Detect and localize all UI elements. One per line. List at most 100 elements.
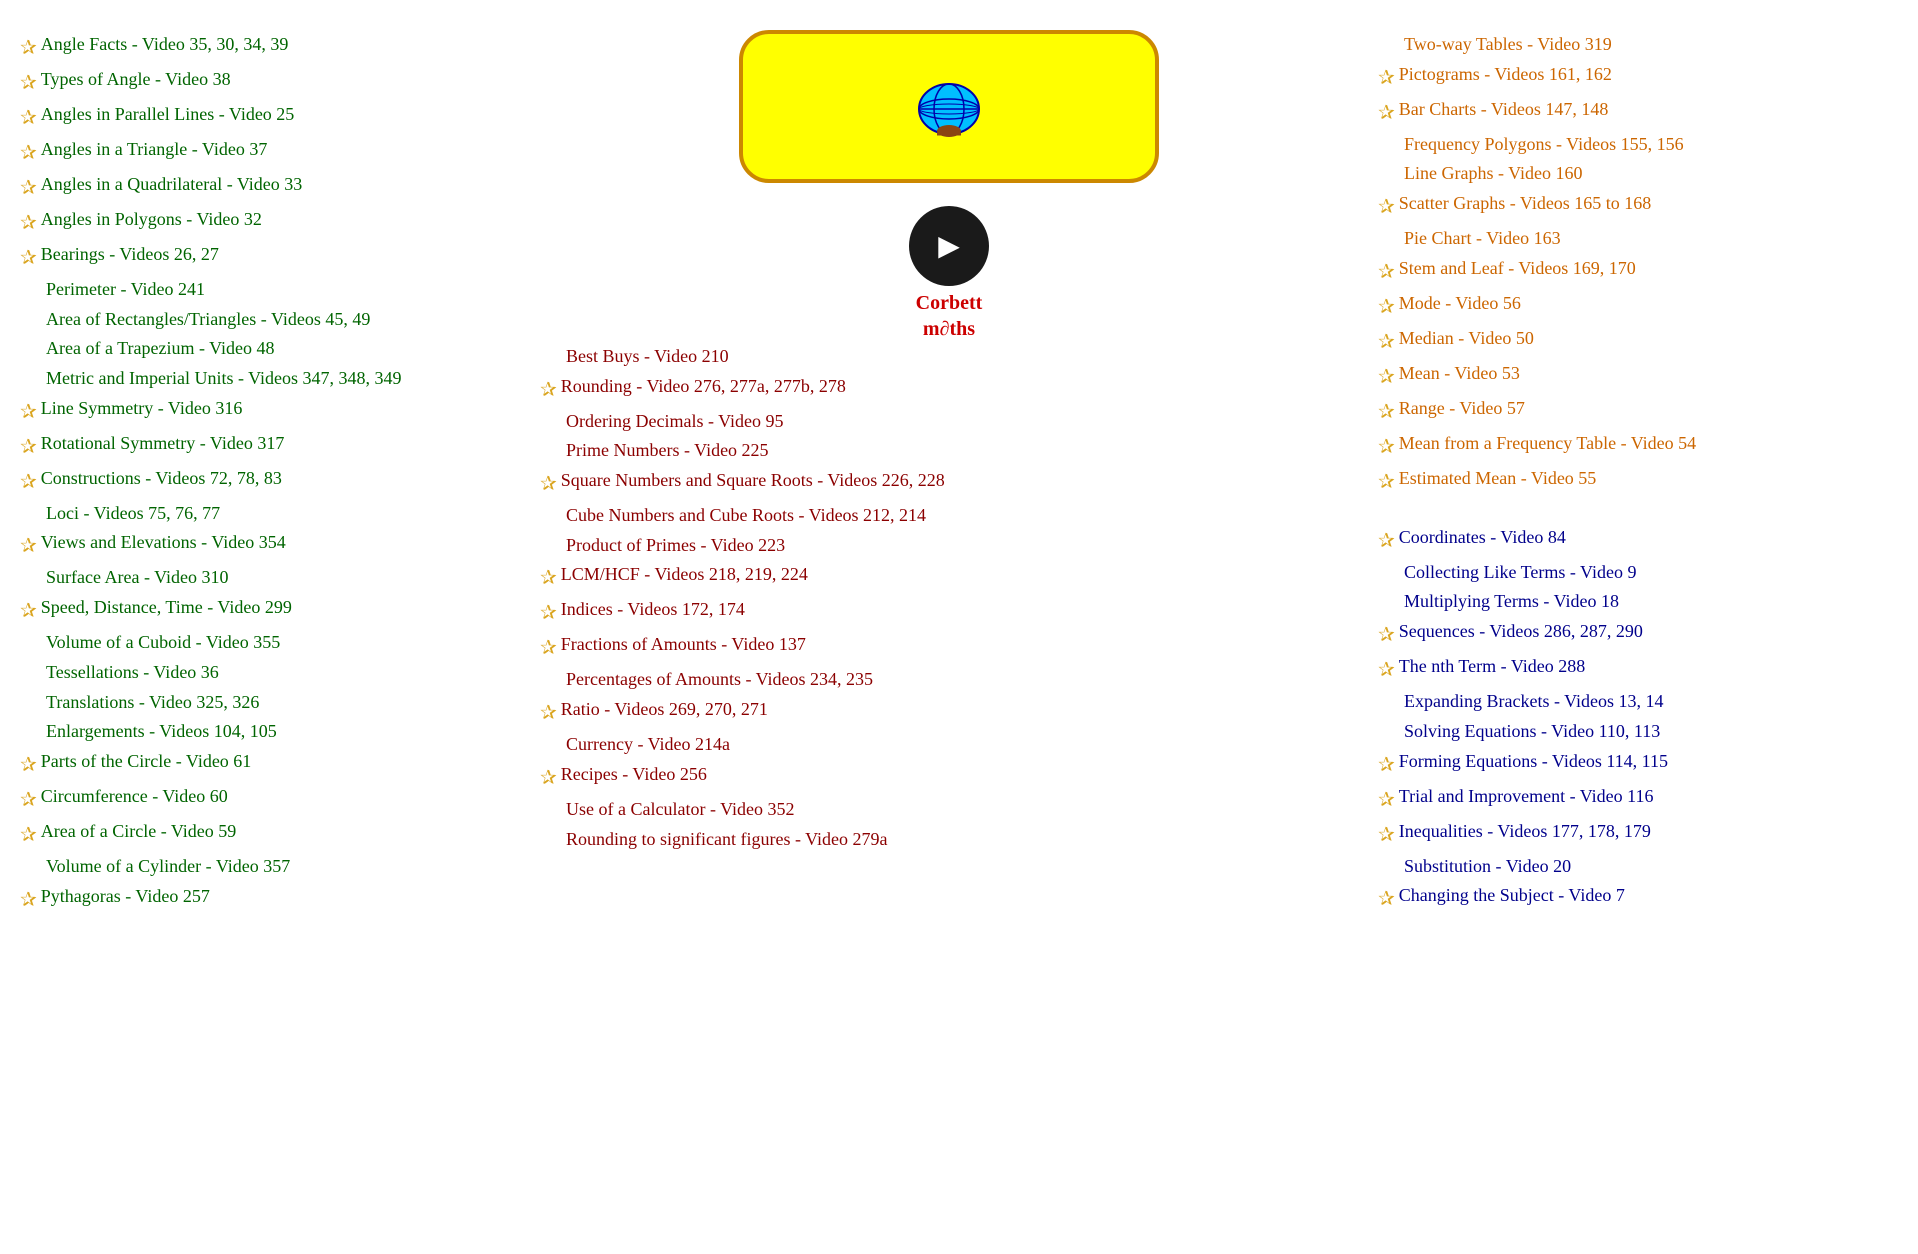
list-item: ✰Rotational Symmetry - Video 317 (20, 429, 520, 464)
list-item: ✰Angles in a Quadrilateral - Video 33 (20, 170, 520, 205)
star-icon: ✰ (1378, 97, 1395, 130)
item-text: Pythagoras - Video 257 (41, 882, 210, 912)
maths-text: m∂ths (923, 318, 975, 340)
item-text: Perimeter - Video 241 (46, 275, 205, 305)
item-text: Bar Charts - Videos 147, 148 (1399, 95, 1609, 125)
item-text: Bearings - Videos 26, 27 (41, 240, 219, 270)
list-item: Product of Primes - Video 223 (540, 531, 1358, 561)
page-wrapper: ✰Angle Facts - Video 35, 30, 34, 39✰Type… (20, 30, 1898, 917)
item-text: Translations - Video 325, 326 (46, 688, 259, 718)
item-text: Substitution - Video 20 (1404, 852, 1571, 882)
list-item: Currency - Video 214a (540, 730, 1358, 760)
star-icon: ✰ (20, 595, 37, 628)
list-item: ✰Inequalities - Videos 177, 178, 179 (1378, 817, 1898, 852)
list-item: ✰Mode - Video 56 (1378, 289, 1898, 324)
star-icon: ✰ (20, 102, 37, 135)
item-text: Best Buys - Video 210 (566, 342, 729, 372)
center-section: Corbett m∂ths (530, 30, 1368, 342)
list-item: ✰Range - Video 57 (1378, 394, 1898, 429)
middle-items: Best Buys - Video 210 ✰ Rounding - Video 2… (530, 342, 1368, 854)
item-text: Volume of a Cuboid - Video 355 (46, 628, 280, 658)
item-text: Pie Chart - Video 163 (1404, 224, 1561, 254)
item-text: Parts of the Circle - Video 61 (41, 747, 252, 777)
item-text: Solving Equations - Video 110, 113 (1404, 717, 1660, 747)
list-item: Prime Numbers - Video 225 (540, 436, 1358, 466)
list-item: Use of a Calculator - Video 352 (540, 795, 1358, 825)
item-text: Speed, Distance, Time - Video 299 (41, 593, 292, 623)
corbett-text: Corbett (916, 292, 983, 314)
logo-text: Corbett m∂ths (909, 290, 989, 342)
item-text: Currency - Video 214a (566, 730, 730, 760)
item-text: Angles in Polygons - Video 32 (41, 205, 262, 235)
star-icon: ✰ (1378, 396, 1395, 429)
item-text: Trial and Improvement - Video 116 (1399, 782, 1654, 812)
item-text: Views and Elevations - Video 354 (41, 528, 286, 558)
list-item: ✰Line Symmetry - Video 316 (20, 394, 520, 429)
corbett-logo: Corbett m∂ths (909, 206, 989, 342)
item-text: Changing the Subject - Video 7 (1399, 881, 1625, 911)
item-text: Ratio - Videos 269, 270, 271 (561, 695, 768, 725)
list-item: ✰Angle Facts - Video 35, 30, 34, 39 (20, 30, 520, 65)
star-icon: ✰ (20, 242, 37, 275)
list-item: ✰Angles in Parallel Lines - Video 25 (20, 100, 520, 135)
item-text: Two-way Tables - Video 319 (1404, 30, 1612, 60)
list-item: ✰Bar Charts - Videos 147, 148 (1378, 95, 1898, 130)
item-text: Rounding - Video 276, 277a, 277b, 278 (561, 372, 846, 402)
list-item: Perimeter - Video 241 (20, 275, 520, 305)
item-text: Recipes - Video 256 (561, 760, 707, 790)
star-icon: ✰ (1378, 291, 1395, 324)
item-text: Angles in a Triangle - Video 37 (41, 135, 268, 165)
item-text: Types of Angle - Video 38 (41, 65, 231, 95)
list-item: Surface Area - Video 310 (20, 563, 520, 593)
item-text: Collecting Like Terms - Video 9 (1404, 558, 1636, 588)
right-bottom-section: ✰Coordinates - Video 84Collecting Like T… (1378, 523, 1898, 916)
item-text: Inequalities - Videos 177, 178, 179 (1399, 817, 1651, 847)
item-text: The nth Term - Video 288 (1399, 652, 1585, 682)
item-text: Area of a Trapezium - Video 48 (46, 334, 275, 364)
star-icon: ✰ (20, 749, 37, 782)
globe-icon (783, 74, 1115, 149)
list-item: ✰Median - Video 50 (1378, 324, 1898, 359)
item-text: Median - Video 50 (1399, 324, 1534, 354)
item-text: Enlargements - Videos 104, 105 (46, 717, 277, 747)
list-item: Substitution - Video 20 (1378, 852, 1898, 882)
item-text: Stem and Leaf - Videos 169, 170 (1399, 254, 1636, 284)
star-icon: ✰ (1378, 749, 1395, 782)
yellow-box (739, 30, 1159, 183)
list-item: ✰Estimated Mean - Video 55 (1378, 464, 1898, 499)
item-text: Sequences - Videos 286, 287, 290 (1399, 617, 1643, 647)
list-item: ✰Mean from a Frequency Table - Video 54 (1378, 429, 1898, 464)
list-item: Two-way Tables - Video 319 (1378, 30, 1898, 60)
list-item: ✰Ratio - Videos 269, 270, 271 (540, 695, 1358, 730)
list-item: ✰Views and Elevations - Video 354 (20, 528, 520, 563)
list-item: Multiplying Terms - Video 18 (1378, 587, 1898, 617)
star-icon: ✰ (20, 530, 37, 563)
star-icon: ✰ (1378, 819, 1395, 852)
star-icon: ✰ (20, 431, 37, 464)
list-item: Loci - Videos 75, 76, 77 (20, 499, 520, 529)
list-item: ✰Forming Equations - Videos 114, 115 (1378, 747, 1898, 782)
item-text: Estimated Mean - Video 55 (1399, 464, 1597, 494)
item-text: Pictograms - Videos 161, 162 (1399, 60, 1612, 90)
list-item: ✰Stem and Leaf - Videos 169, 170 (1378, 254, 1898, 289)
star-icon: ✰ (540, 562, 557, 595)
item-text: Fractions of Amounts - Video 137 (561, 630, 806, 660)
list-item: Frequency Polygons - Videos 155, 156 (1378, 130, 1898, 160)
list-item: ✰Area of a Circle - Video 59 (20, 817, 520, 852)
star-icon: ✰ (1378, 654, 1395, 687)
star-icon: ✰ (20, 396, 37, 429)
list-item: ✰Changing the Subject - Video 7 (1378, 881, 1898, 916)
star-icon: ✰ (1378, 525, 1395, 558)
item-text: Area of Rectangles/Triangles - Videos 45… (46, 305, 370, 335)
star-icon: ✰ (1378, 256, 1395, 289)
item-text: Scatter Graphs - Videos 165 to 168 (1399, 189, 1652, 219)
item-text: Mode - Video 56 (1399, 289, 1521, 319)
item-text: Forming Equations - Videos 114, 115 (1399, 747, 1668, 777)
item-text: Product of Primes - Video 223 (566, 531, 785, 561)
list-item: Translations - Video 325, 326 (20, 688, 520, 718)
list-item: ✰Angles in Polygons - Video 32 (20, 205, 520, 240)
star-icon: ✰ (1378, 466, 1395, 499)
item-text: Use of a Calculator - Video 352 (566, 795, 795, 825)
star-icon: ✰ (20, 32, 37, 65)
list-item: ✰Fractions of Amounts - Video 137 (540, 630, 1358, 665)
